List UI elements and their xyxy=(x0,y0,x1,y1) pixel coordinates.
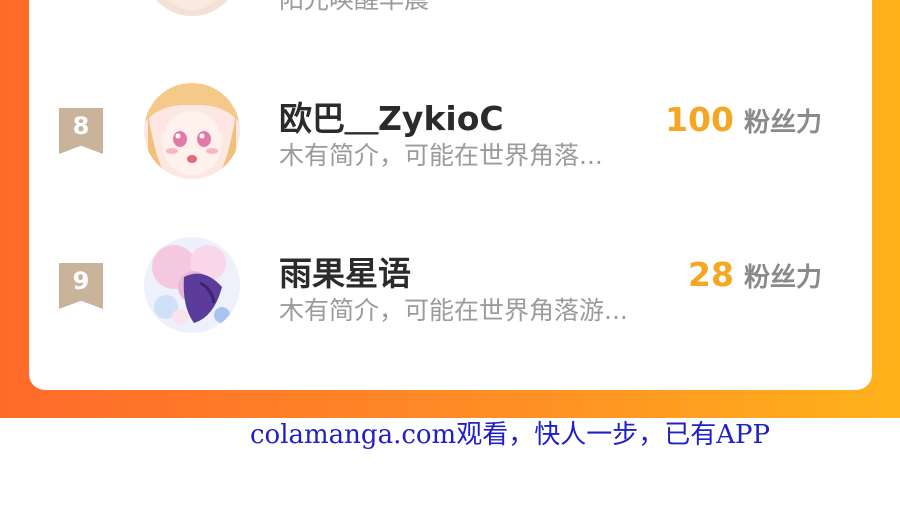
rank-badge: 8 xyxy=(59,108,103,154)
fans-stat: 100 粉丝力 xyxy=(665,100,822,139)
fans-label: 粉丝力 xyxy=(743,263,822,293)
rank-badge: 9 xyxy=(59,263,103,309)
fans-count: 28 xyxy=(688,255,734,294)
user-description: 阳光唤醒早晨 xyxy=(279,0,429,16)
avatar[interactable] xyxy=(144,237,240,333)
ranking-panel-background: 阳光唤醒早晨 8 xyxy=(0,0,900,418)
user-description: 木有简介，可能在世界角落... xyxy=(279,141,603,170)
ranking-card: 阳光唤醒早晨 8 xyxy=(29,0,872,390)
ranking-row-partial[interactable]: 阳光唤醒早晨 xyxy=(29,0,872,30)
avatar[interactable] xyxy=(144,83,240,179)
user-description: 木有简介，可能在世界角落游... xyxy=(279,296,628,325)
avatar[interactable] xyxy=(144,0,240,16)
site-watermark: colamanga.com观看，快人一步，已有APP xyxy=(250,420,770,450)
ranking-row[interactable]: 8 欧巴＿ZykioC 木有简介，可能在世界角落... 100 粉丝力 xyxy=(29,80,872,190)
fans-label: 粉丝力 xyxy=(743,108,822,138)
rank-number: 9 xyxy=(72,267,90,295)
user-name[interactable]: 欧巴＿ZykioC xyxy=(279,92,504,140)
user-name[interactable]: 雨果星语 xyxy=(279,247,411,295)
fans-count: 100 xyxy=(665,100,734,139)
fans-stat: 28 粉丝力 xyxy=(688,255,822,294)
ranking-row[interactable]: 9 雨果星语 木有简介，可能在世界角落游... 28 粉丝力 xyxy=(29,235,872,345)
rank-number: 8 xyxy=(72,112,90,140)
